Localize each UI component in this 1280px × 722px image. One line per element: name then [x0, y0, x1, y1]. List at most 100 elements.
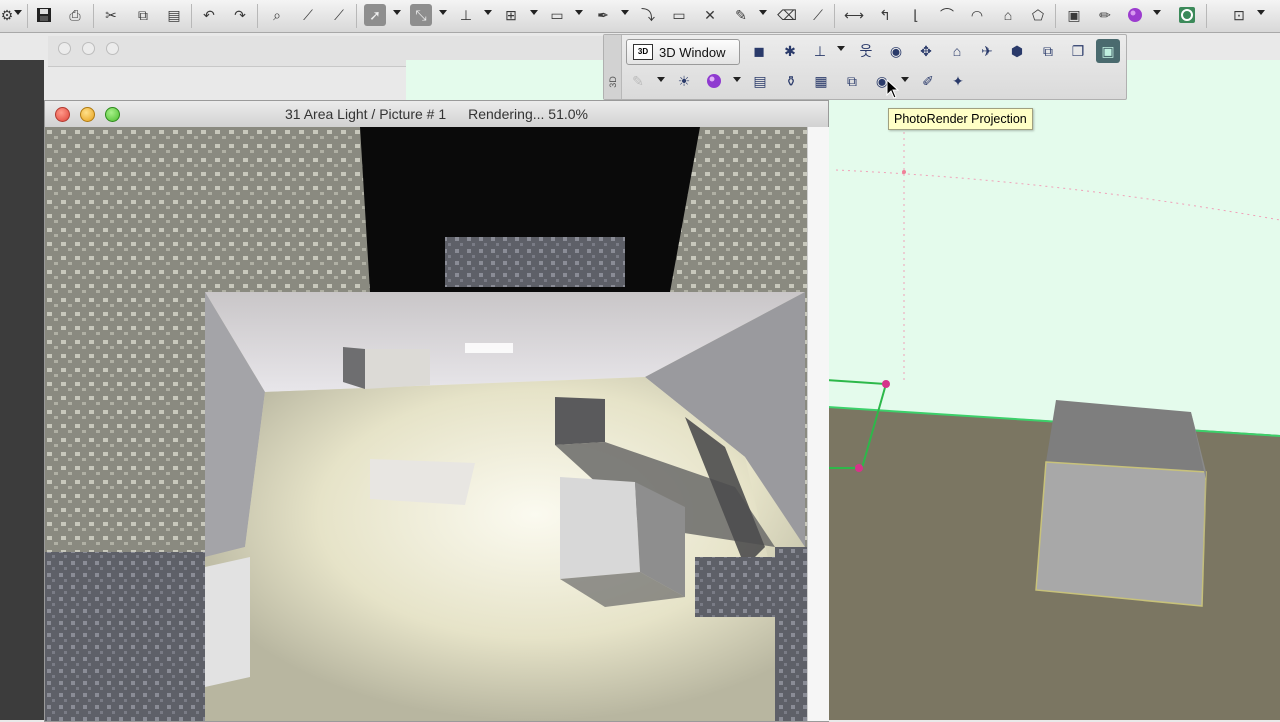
paste-icon[interactable]: ▤ [163, 4, 185, 26]
tooltip: PhotoRender Projection [888, 108, 1033, 130]
redo-icon[interactable]: ↷ [229, 4, 251, 26]
minimize-light-inactive[interactable] [82, 42, 95, 55]
undo-icon[interactable]: ↶ [198, 4, 220, 26]
walk-icon[interactable]: 웃 [854, 39, 878, 63]
lamp-dropdown[interactable] [657, 77, 665, 82]
bottle-icon[interactable]: ⚱ [779, 69, 803, 93]
logo-icon[interactable]: ⚙ [0, 4, 18, 26]
arrow-tool-icon[interactable]: ➚ [364, 4, 386, 26]
material-dropdown[interactable] [1153, 10, 1161, 15]
palette-3d-label: 3D [607, 76, 618, 88]
box-shadow-right [555, 397, 605, 445]
mouse-cursor-icon [886, 79, 900, 99]
grid-dropdown[interactable] [530, 10, 538, 15]
sum-icon[interactable]: ⊥ [455, 4, 477, 26]
house-icon[interactable]: ⌂ [997, 4, 1019, 26]
render-title-text: 31 Area Light / Picture # 1 [285, 106, 447, 122]
marquee-tool-icon[interactable]: ⤡ [410, 4, 432, 26]
sun-icon[interactable]: ☀ [672, 69, 696, 93]
brush-icon[interactable]: ⬠ [1027, 4, 1049, 26]
layers-icon[interactable]: ▭ [546, 4, 568, 26]
render-window-titlebar[interactable]: 31 Area Light / Picture # 1 Rendering... … [45, 101, 828, 128]
material-icon[interactable] [1124, 4, 1146, 26]
ruler-icon[interactable]: ⟋ [807, 4, 829, 26]
lamp-icon[interactable]: ✎ [626, 69, 650, 93]
copy-render-icon[interactable]: ⧉ [1036, 39, 1060, 63]
copy-icon[interactable]: ⧉ [132, 4, 154, 26]
bottom-left-unrendered [45, 552, 205, 721]
box-front-right [560, 477, 640, 579]
stack-icon[interactable]: ⧉ [840, 69, 864, 93]
close-x-icon[interactable]: ✕ [699, 4, 721, 26]
render-image [45, 127, 807, 721]
arc-icon[interactable]: ⌊ [905, 4, 927, 26]
logo-dropdown-arrow[interactable] [14, 10, 22, 15]
cube-icon[interactable]: ◼ [747, 39, 771, 63]
material-sphere-icon[interactable] [702, 69, 726, 93]
find-icon[interactable]: ⌕ [266, 4, 288, 26]
magic-wand-icon[interactable]: ⤵ [637, 4, 659, 26]
layout-icon[interactable]: ⊡ [1228, 4, 1250, 26]
trace-icon[interactable]: ↰ [874, 4, 896, 26]
3d-window-palette: 3D 3D 3D Window ◼ ✱ ⊥ 웃 ◉ ✥ ⌂ ✈ ⬢ ⧉ ❐ ▣ … [603, 34, 1127, 100]
eraser-icon[interactable]: ⌫ [776, 4, 798, 26]
marker-icon[interactable]: ✏ [1094, 4, 1116, 26]
navigator-icon[interactable]: ▣ [1096, 39, 1120, 63]
toolbar-separator [1206, 4, 1207, 28]
light-bulbs-icon[interactable]: ✦ [946, 69, 970, 93]
layers-dropdown[interactable] [575, 10, 583, 15]
box-front-face[interactable] [1035, 461, 1207, 607]
axis-dropdown[interactable] [837, 46, 845, 51]
window-icon[interactable]: ▭ [668, 4, 690, 26]
area-light [465, 343, 513, 353]
explore-icon[interactable]: ⬢ [1005, 39, 1029, 63]
pan-icon[interactable]: ✥ [914, 39, 938, 63]
rotate-icon[interactable]: ⌒ [936, 4, 958, 26]
camera-icon[interactable]: ✱ [778, 39, 802, 63]
print-icon[interactable]: ⎙ [64, 4, 86, 26]
axis-icon[interactable]: ⊥ [808, 39, 832, 63]
syringe-icon[interactable]: ⟋ [328, 4, 350, 26]
3d-window-button-label: 3D Window [659, 44, 726, 60]
3d-window-button[interactable]: 3D 3D Window [626, 39, 740, 65]
photorender-projection-dropdown[interactable] [901, 77, 909, 82]
orbit-icon[interactable]: ◉ [884, 39, 908, 63]
box-top-face [1046, 400, 1206, 472]
render-canvas[interactable] [45, 127, 807, 721]
house-3d-icon[interactable]: ⌂ [945, 39, 969, 63]
mirror-icon[interactable]: ◠ [966, 4, 988, 26]
pen-dropdown[interactable] [621, 10, 629, 15]
save-icon[interactable] [33, 4, 55, 26]
flythrough-icon[interactable]: ✈ [975, 39, 999, 63]
render-window-scrollbar[interactable] [807, 127, 829, 721]
selection-handle-2[interactable] [855, 464, 863, 472]
photorender-settings-icon[interactable]: ▤ [748, 69, 772, 93]
toolbar-separator [834, 4, 835, 28]
dimension-icon[interactable]: ⟷ [843, 4, 865, 26]
info-icon[interactable] [1176, 4, 1198, 26]
book-icon[interactable]: ❐ [1066, 39, 1090, 63]
selection-handle-1[interactable] [882, 380, 890, 388]
sum-dropdown[interactable] [484, 10, 492, 15]
table-icon[interactable]: ▦ [809, 69, 833, 93]
ruler-tool-icon[interactable]: ✐ [916, 69, 940, 93]
grid-icon[interactable]: ⊞ [500, 4, 522, 26]
pencil-dropdown[interactable] [759, 10, 767, 15]
guide-point [902, 170, 906, 174]
eyedropper-icon[interactable]: ⟋ [297, 4, 319, 26]
marquee-tool-dropdown[interactable] [439, 10, 447, 15]
top-center-unrendered [445, 237, 625, 287]
palette-drag-handle[interactable]: 3D [604, 35, 622, 99]
toolbar-separator [93, 4, 94, 28]
pencil-icon[interactable]: ✎ [730, 4, 752, 26]
material-sphere-dropdown[interactable] [733, 77, 741, 82]
pen-icon[interactable]: ✒ [592, 4, 614, 26]
arrow-tool-dropdown[interactable] [393, 10, 401, 15]
main-toolbar: ⚙ ⎙ ✂ ⧉ ▤ ↶ ↷ ⌕ ⟋ ⟋ ➚ ⤡ ⊥ ⊞ ▭ ✒ ⤵ ▭ ✕ ✎ … [0, 0, 1280, 33]
palette-icon[interactable]: ▣ [1063, 4, 1085, 26]
cut-icon[interactable]: ✂ [100, 4, 122, 26]
layout-dropdown[interactable] [1257, 10, 1265, 15]
zoom-light-inactive[interactable] [106, 42, 119, 55]
3d-window-icon: 3D [633, 44, 653, 60]
close-light-inactive[interactable] [58, 42, 71, 55]
